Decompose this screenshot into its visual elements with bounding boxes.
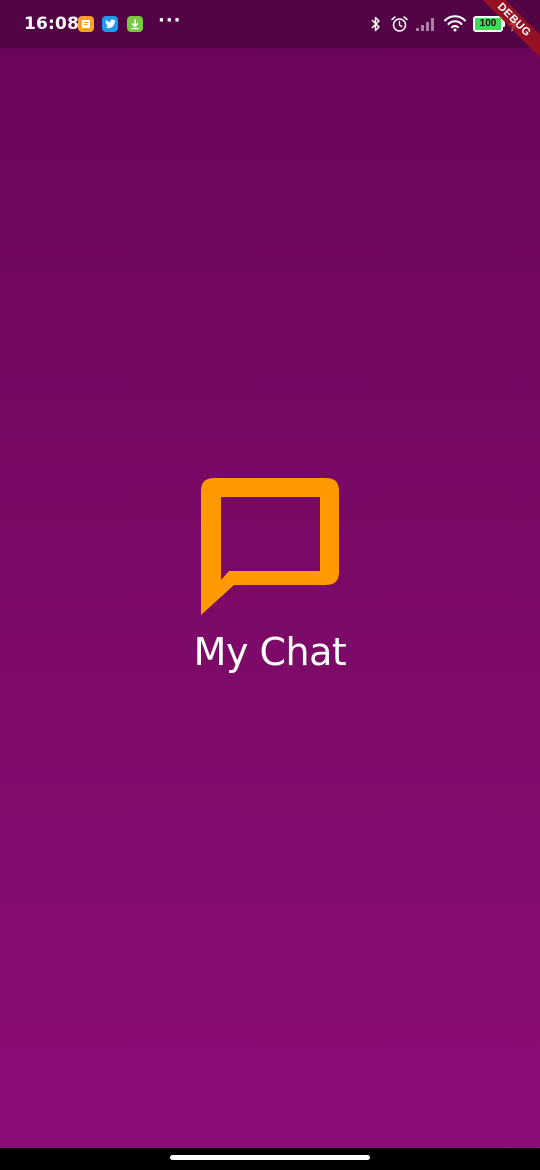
cell-signal-icon xyxy=(415,16,437,36)
status-time: 16:08 xyxy=(24,14,80,34)
wifi-icon xyxy=(443,14,467,36)
navigation-bar xyxy=(0,1148,540,1170)
note-app-icon xyxy=(78,16,94,32)
alarm-icon xyxy=(390,15,409,37)
twitter-icon xyxy=(102,16,118,32)
battery-icon: 100 xyxy=(473,16,503,32)
download-icon xyxy=(127,16,143,32)
bluetooth-icon xyxy=(370,15,382,37)
app-title: My Chat xyxy=(193,630,347,674)
battery-level-label: 100 xyxy=(479,18,497,29)
splash-screen: 16:08 ··· 100 DEBUG My Chat xyxy=(0,0,540,1170)
home-indicator[interactable] xyxy=(170,1155,370,1160)
more-notifications-icon: ··· xyxy=(158,10,182,31)
status-bar: 16:08 ··· 100 xyxy=(0,0,540,48)
chat-bubble-icon xyxy=(200,477,340,615)
